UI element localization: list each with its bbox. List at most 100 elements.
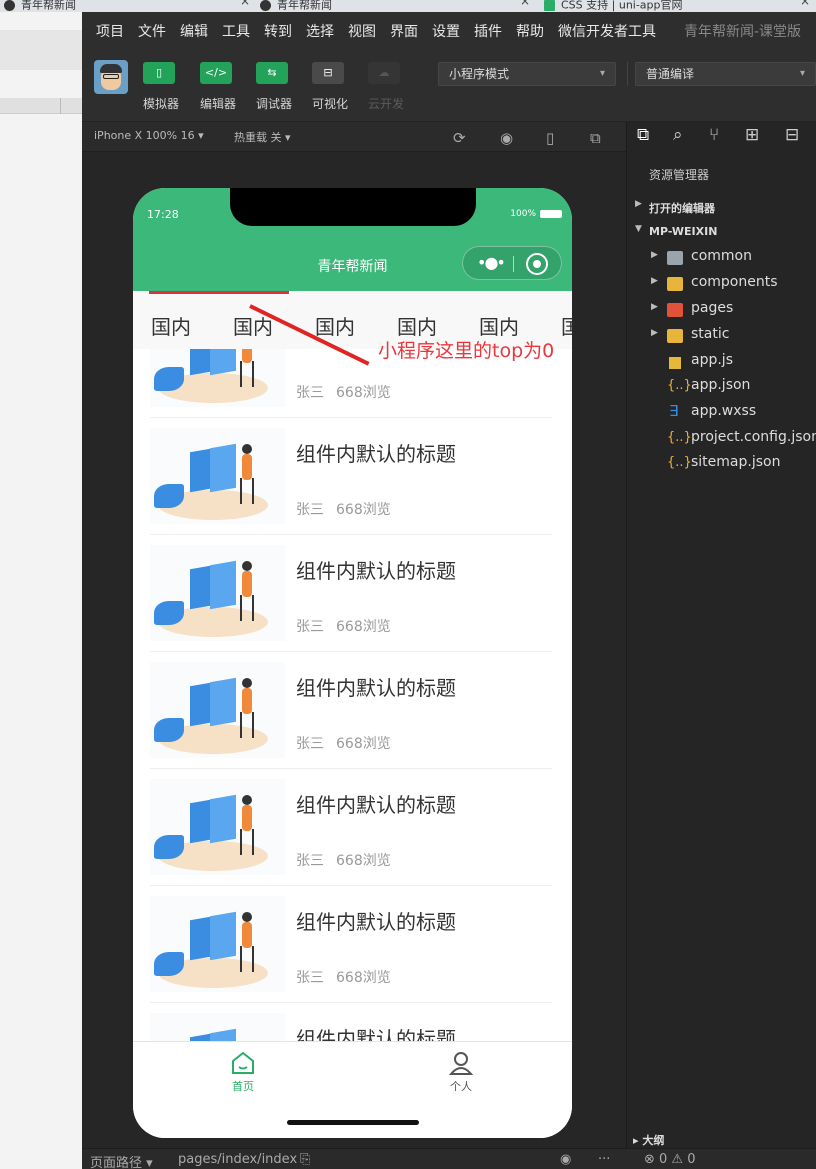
avatar[interactable] [94, 60, 128, 94]
tree-item-static[interactable]: ▶ static [627, 325, 816, 349]
browser-tab[interactable]: 青年帮新闻 × [256, 0, 536, 12]
chevron-down-icon: ▾ [799, 68, 805, 79]
battery-percent: 100% [510, 209, 536, 219]
close-icon[interactable]: × [240, 0, 250, 7]
menu-item-interface[interactable]: 界面 [390, 21, 418, 41]
background-window-bar [0, 30, 82, 70]
explorer-activity-bar: ⧉ ⌕ ⑂ ⊞ ⊟ [627, 122, 816, 152]
menu-item-view[interactable]: 视图 [348, 21, 376, 41]
browser-tab[interactable]: 青年帮新闻 × [0, 0, 256, 12]
phone-rotate-icon[interactable]: ▯ [546, 129, 554, 147]
menu-item-help[interactable]: 帮助 [516, 21, 544, 41]
mode-select-value: 小程序模式 [449, 67, 510, 81]
article-card[interactable]: 组件内默认的标题 [150, 1003, 552, 1041]
more-icon[interactable]: •●• [477, 253, 506, 272]
refresh-icon[interactable]: ⟳ [453, 129, 466, 147]
article-title: 组件内默认的标题 [296, 559, 456, 583]
search-icon[interactable]: ⌕ [673, 125, 683, 145]
browser-tab-title: 青年帮新闻 [277, 0, 332, 12]
outline-section[interactable]: ▸ 大纲 [633, 1132, 664, 1148]
files-icon[interactable]: ⧉ [637, 125, 649, 145]
menu-item-plugins[interactable]: 插件 [474, 21, 502, 41]
annotation-highlight-line [149, 291, 289, 294]
article-list: 张三 668浏览 组件内默认的标题 张三 668浏览 组件内默认的标题 张三 668浏… [133, 349, 572, 1041]
globe-icon [4, 0, 15, 11]
menu-item-select[interactable]: 选择 [306, 21, 334, 41]
open-editors-section[interactable]: ▶ 打开的编辑器 [627, 196, 816, 220]
toolbar: ▯ </> ⇆ ⊟ ☁ 模拟器 编辑器 调试器 可视化 云开发 小程序模式 ▾ … [82, 48, 816, 122]
article-meta: 张三 668浏览 [296, 382, 391, 402]
miniprogram-capsule[interactable]: •●• [462, 246, 562, 280]
tree-item-components[interactable]: ▶ components [627, 273, 816, 297]
category-tab[interactable]: 国内 [315, 311, 355, 340]
avatar-glasses [103, 74, 119, 79]
outline-label: 大纲 [642, 1134, 665, 1147]
debug-panel-icon[interactable]: ⊟ [785, 125, 799, 145]
browser-tab[interactable]: CSS 支持 | uni-app官网 × [540, 0, 816, 12]
mode-select[interactable]: 小程序模式 ▾ [438, 62, 616, 86]
tree-item-pages[interactable]: ▶ pages [627, 299, 816, 323]
more-icon[interactable]: ··· [598, 1152, 610, 1167]
tree-item-app-js[interactable]: app.js [627, 351, 816, 375]
json-file-icon: {..} [667, 430, 692, 445]
simulator-toggle-button[interactable]: ▯ [143, 62, 175, 84]
hot-reload-toggle[interactable]: 热重载 关 ▾ [234, 129, 291, 145]
category-tab[interactable]: 国内 [151, 311, 191, 340]
project-label: MP-WEIXIN [649, 225, 718, 238]
tab-profile[interactable]: 个人 [431, 1050, 491, 1094]
menu-item-project[interactable]: 项目 [96, 21, 124, 41]
debugger-toggle-button[interactable]: ⇆ [256, 62, 288, 84]
stop-icon[interactable]: ◉ [500, 129, 513, 147]
code-icon: </> [204, 66, 228, 79]
close-icon[interactable]: × [800, 0, 810, 7]
tree-item-label: app.js [691, 352, 733, 368]
tree-item-common[interactable]: ▶ common [627, 247, 816, 271]
article-card[interactable]: 组件内默认的标题 张三 668浏览 [150, 886, 552, 1003]
open-editors-label: 打开的编辑器 [649, 202, 715, 215]
eye-icon[interactable]: ◉ [560, 1152, 571, 1167]
compile-select[interactable]: 普通编译 ▾ [635, 62, 816, 86]
menu-item-wechat-devtools[interactable]: 微信开发者工具 [558, 21, 656, 41]
article-views: 668浏览 [336, 853, 391, 869]
extensions-icon[interactable]: ⊞ [745, 125, 759, 145]
category-tab[interactable]: 国 [561, 311, 572, 340]
detach-window-icon[interactable]: ⧉ [590, 129, 601, 147]
phone-simulator: 17:28 100% 青年帮新闻 •●• 国内 国内 国内 国内 国内 国 张三… [133, 188, 572, 1138]
article-card[interactable]: 组件内默认的标题 张三 668浏览 [150, 418, 552, 535]
menu-item-goto[interactable]: 转到 [264, 21, 292, 41]
tree-item-app-wxss[interactable]: ∃ app.wxss [627, 402, 816, 426]
article-card[interactable]: 组件内默认的标题 张三 668浏览 [150, 652, 552, 769]
menu-item-settings[interactable]: 设置 [432, 21, 460, 41]
article-card[interactable]: 组件内默认的标题 张三 668浏览 [150, 535, 552, 652]
device-select[interactable]: iPhone X 100% 16 ▾ [94, 129, 204, 142]
page-path[interactable]: pages/index/index [178, 1152, 297, 1167]
menu-item-tools[interactable]: 工具 [222, 21, 250, 41]
tree-item-app-json[interactable]: {..} app.json [627, 376, 816, 400]
cloud-icon: ☁ [378, 66, 390, 79]
browser-tab-strip: 青年帮新闻 × 青年帮新闻 × CSS 支持 | uni-app官网 × [0, 0, 816, 12]
visual-toggle-button[interactable]: ⊟ [312, 62, 344, 84]
project-section[interactable]: ▼ MP-WEIXIN [627, 221, 816, 245]
tree-item-sitemap[interactable]: {..} sitemap.json [627, 453, 816, 477]
phone-nav-bar: 17:28 100% 青年帮新闻 •●• [133, 188, 572, 291]
copy-icon[interactable]: ⎘ [300, 1152, 310, 1167]
editor-toggle-button[interactable]: </> [200, 62, 232, 84]
css-file-icon: ∃ [669, 402, 679, 420]
article-thumbnail [150, 662, 285, 758]
toolbar-divider [627, 62, 628, 86]
tree-item-project-config[interactable]: {..} project.config.json [627, 428, 816, 452]
article-author: 张三 [296, 970, 324, 986]
tree-item-label: static [691, 326, 730, 342]
menu-item-edit[interactable]: 编辑 [180, 21, 208, 41]
git-branch-icon[interactable]: ⑂ [709, 125, 719, 145]
article-card[interactable]: 组件内默认的标题 张三 668浏览 [150, 769, 552, 886]
problems-indicator[interactable]: ⊗ 0 ⚠ 0 [644, 1152, 696, 1167]
close-miniprogram-icon[interactable] [526, 253, 548, 275]
page-path-dropdown[interactable]: 页面路径 ▾ [90, 1152, 153, 1169]
cloud-dev-button[interactable]: ☁ [368, 62, 400, 84]
article-title: 组件内默认的标题 [296, 676, 456, 700]
tab-home[interactable]: 首页 [213, 1050, 273, 1094]
menu-item-file[interactable]: 文件 [138, 21, 166, 41]
close-icon[interactable]: × [520, 0, 530, 7]
user-icon [448, 1052, 474, 1075]
